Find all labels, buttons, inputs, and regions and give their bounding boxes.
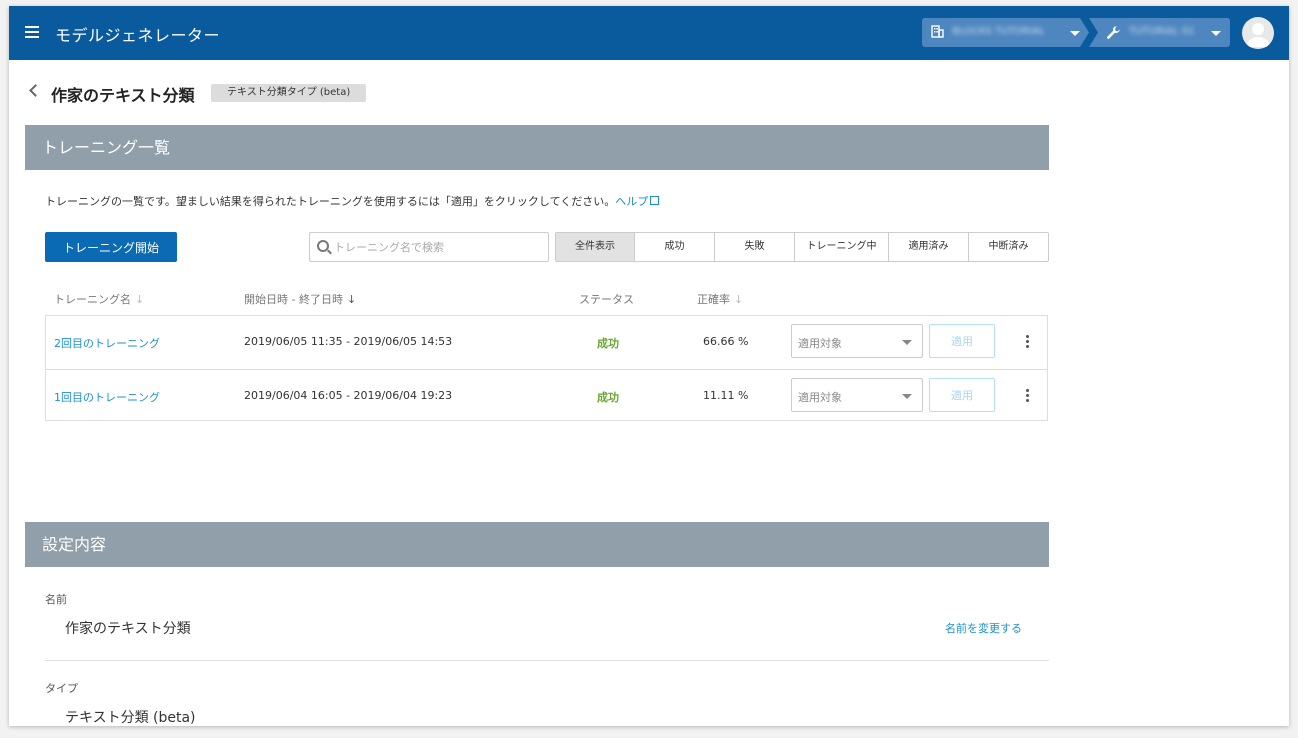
column-header-name-label: トレーニング名 [54, 293, 131, 306]
training-status: 成功 [597, 337, 619, 350]
caret-down-icon [902, 340, 912, 345]
name-label: 名前 [45, 593, 67, 606]
org-name: BLOCKS TUTORIAL [952, 26, 1045, 37]
filter-training[interactable]: トレーニング中 [795, 233, 889, 261]
back-chevron-icon[interactable] [29, 84, 42, 97]
column-header-accuracy-label: 正確率 [697, 293, 730, 306]
building-icon [931, 25, 944, 42]
filter-aborted[interactable]: 中断済み [969, 233, 1048, 261]
apply-button[interactable]: 適用 [929, 324, 995, 358]
type-label: タイプ [45, 682, 78, 695]
training-status: 成功 [597, 391, 619, 404]
top-bar: モデルジェネレーター BLOCKS TUTORIAL TUTORIAL 01 [9, 6, 1289, 60]
apply-button[interactable]: 適用 [929, 378, 995, 412]
status-filter: 全件表示 成功 失敗 トレーニング中 適用済み 中断済み [555, 232, 1049, 262]
apply-target-placeholder: 適用対象 [798, 391, 842, 404]
table-row: 2回目のトレーニング 2019/06/05 11:35 - 2019/06/05… [46, 316, 1047, 369]
column-header-status: ステータス [579, 291, 634, 307]
training-accuracy: 11.11 % [703, 389, 749, 402]
help-label: ヘルプ [615, 195, 649, 208]
search-input[interactable] [334, 233, 544, 261]
chevron-down-icon [1211, 31, 1221, 36]
chevron-down-icon [1070, 31, 1080, 36]
settings-section-header: 設定内容 [25, 522, 1049, 567]
page-title: 作家のテキスト分類 [51, 86, 195, 105]
filter-applied[interactable]: 適用済み [889, 233, 969, 261]
sort-arrow-icon: ↓ [135, 293, 145, 306]
description-text: トレーニングの一覧です。望ましい結果を得られたトレーニングを使用するには「適用」… [45, 195, 616, 208]
type-value: テキスト分類 (beta) [65, 710, 196, 726]
training-name-link[interactable]: 1回目のトレーニング [54, 389, 160, 405]
filter-all[interactable]: 全件表示 [556, 233, 635, 261]
user-icon [1246, 23, 1270, 47]
column-header-accuracy[interactable]: 正確率 ↓ [697, 291, 743, 307]
training-period: 2019/06/05 11:35 - 2019/06/05 14:53 [244, 335, 453, 348]
apply-target-select[interactable]: 適用対象 [791, 378, 923, 412]
search-box [309, 232, 549, 262]
user-avatar[interactable] [1242, 17, 1274, 49]
filter-failed[interactable]: 失敗 [715, 233, 795, 261]
name-value: 作家のテキスト分類 [65, 621, 191, 637]
more-options-icon[interactable] [1026, 389, 1030, 403]
column-header-name[interactable]: トレーニング名 ↓ [54, 291, 144, 307]
project-name: TUTORIAL 01 [1129, 26, 1195, 37]
column-header-period-label: 開始日時 - 終了日時 [244, 293, 343, 306]
training-table: 2回目のトレーニング 2019/06/05 11:35 - 2019/06/05… [45, 315, 1048, 421]
table-row: 1回目のトレーニング 2019/06/04 16:05 - 2019/06/04… [46, 369, 1047, 423]
caret-down-icon [902, 394, 912, 399]
divider [45, 660, 1049, 661]
training-accuracy: 66.66 % [703, 335, 749, 348]
column-header-period[interactable]: 開始日時 - 終了日時 ↓ [244, 291, 356, 307]
apply-target-select[interactable]: 適用対象 [791, 324, 923, 358]
training-name-link[interactable]: 2回目のトレーニング [54, 335, 160, 351]
sort-arrow-icon: ↓ [734, 293, 744, 306]
hamburger-menu-icon[interactable] [25, 26, 39, 38]
type-badge: テキスト分類タイプ (beta) [211, 84, 367, 102]
apply-target-placeholder: 適用対象 [798, 337, 842, 350]
help-link[interactable]: ヘルプ [615, 195, 660, 208]
wrench-icon [1106, 25, 1121, 44]
more-options-icon[interactable] [1026, 335, 1030, 349]
app-window: モデルジェネレーター BLOCKS TUTORIAL TUTORIAL 01 作… [9, 6, 1289, 726]
start-training-button[interactable]: トレーニング開始 [45, 232, 177, 262]
search-icon [317, 240, 329, 252]
external-link-icon [650, 196, 660, 205]
rename-link[interactable]: 名前を変更する [945, 620, 1022, 636]
sort-arrow-icon: ↓ [346, 293, 357, 306]
org-selector[interactable]: BLOCKS TUTORIAL [922, 18, 1089, 47]
project-selector[interactable]: TUTORIAL 01 [1089, 18, 1230, 47]
app-title: モデルジェネレーター [55, 26, 221, 45]
training-period: 2019/06/04 16:05 - 2019/06/04 19:23 [244, 389, 453, 402]
training-description: トレーニングの一覧です。望ましい結果を得られたトレーニングを使用するには「適用」… [45, 193, 660, 209]
filter-success[interactable]: 成功 [635, 233, 715, 261]
training-section-header: トレーニング一覧 [25, 125, 1049, 170]
column-header-status-label: ステータス [579, 293, 634, 306]
